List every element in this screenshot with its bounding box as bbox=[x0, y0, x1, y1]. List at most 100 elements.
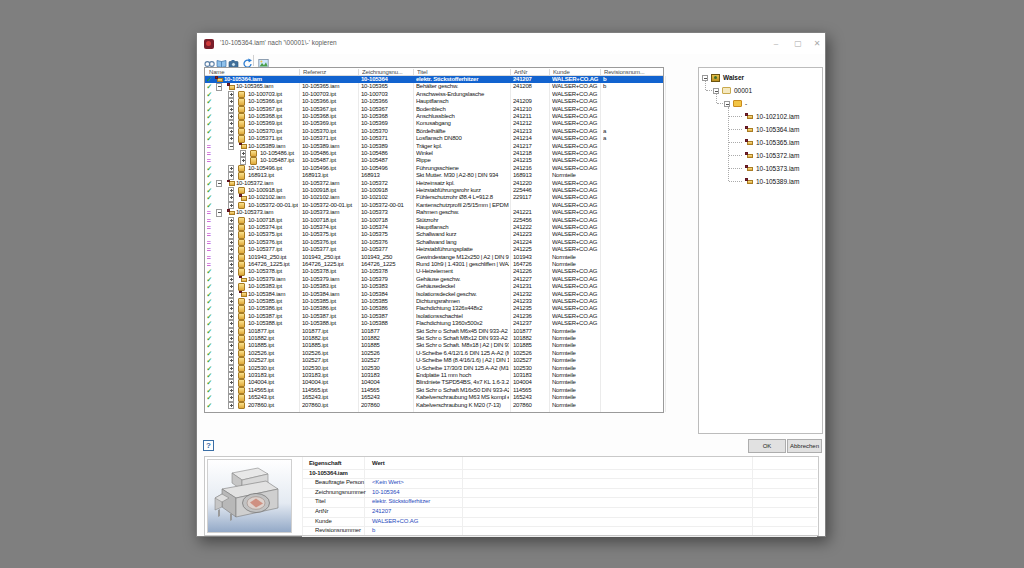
minimize-button[interactable]: – bbox=[769, 37, 783, 50]
expander-icon[interactable] bbox=[216, 83, 222, 90]
table-row[interactable]: ✓10-105388.ipt10-105388.ipt10-105388Flac… bbox=[205, 320, 663, 327]
link-icon[interactable] bbox=[204, 55, 215, 66]
expander-icon[interactable] bbox=[228, 113, 234, 120]
tree-node[interactable]: 10-105365.iam bbox=[699, 136, 822, 149]
expander-icon[interactable] bbox=[228, 298, 234, 305]
table-row[interactable]: =10-105375.ipt10-105375.ipt10-105375Scha… bbox=[205, 231, 663, 238]
expander-icon[interactable] bbox=[228, 387, 234, 394]
expander-icon[interactable] bbox=[228, 254, 234, 261]
column-separator[interactable] bbox=[413, 69, 414, 75]
expander-icon[interactable] bbox=[228, 372, 234, 379]
expander-icon[interactable] bbox=[228, 194, 234, 201]
column-separator[interactable] bbox=[299, 69, 300, 75]
expander-icon[interactable] bbox=[228, 106, 234, 113]
table-row[interactable]: ✓10-105368.ipt10-105368.ipt10-105368Ansc… bbox=[205, 113, 663, 120]
image-icon[interactable] bbox=[258, 55, 269, 66]
table-row[interactable]: ✓207860.ipt207860.ipt207860Kabelverschra… bbox=[205, 402, 663, 409]
column-separator[interactable] bbox=[358, 69, 359, 75]
expander-icon[interactable] bbox=[228, 120, 234, 127]
table-row[interactable]: =10-100718.ipt10-100718.ipt10-100718Stüt… bbox=[205, 217, 663, 224]
table-row[interactable]: ✓10-105385.ipt10-105385.ipt10-105385Dich… bbox=[205, 298, 663, 305]
table-row[interactable]: ✓114565.ipt114565.ipt114565Skt Schr o Sc… bbox=[205, 387, 663, 394]
expander-icon[interactable] bbox=[228, 283, 234, 290]
table-row[interactable]: ✓10-105496.ipt10-105496.ipt10-105496Führ… bbox=[205, 165, 663, 172]
expander-icon[interactable] bbox=[228, 342, 234, 349]
expander-icon[interactable] bbox=[228, 246, 234, 253]
column-separator[interactable] bbox=[549, 69, 550, 75]
table-row[interactable]: ✓102526.ipt102526.ipt102526U-Scheibe 6.4… bbox=[205, 350, 663, 357]
table-row[interactable]: ✓10-105372.iam10-105372.iam10-105372Heiz… bbox=[205, 180, 663, 187]
tree-node[interactable]: Walser bbox=[699, 71, 822, 84]
table-row[interactable]: ✓10-105364.iam10-105364elektr. Stickstof… bbox=[205, 76, 663, 83]
expander-icon[interactable] bbox=[228, 335, 234, 342]
column-header[interactable]: ArtNr bbox=[514, 68, 547, 76]
maximize-button[interactable]: ▢ bbox=[791, 37, 805, 50]
expander-icon[interactable] bbox=[228, 128, 234, 135]
table-row[interactable]: =10-105373.iam10-105373.iam10-105373Rahm… bbox=[205, 209, 663, 216]
expander-icon[interactable] bbox=[240, 150, 246, 157]
expander-icon[interactable] bbox=[724, 101, 730, 107]
expander-icon[interactable] bbox=[228, 305, 234, 312]
expander-icon[interactable] bbox=[228, 172, 234, 179]
expander-icon[interactable] bbox=[228, 365, 234, 372]
column-separator[interactable] bbox=[510, 69, 511, 75]
table-row[interactable]: ✓10-105372-00-01.ipt10-105372-00-01.ipt1… bbox=[205, 202, 663, 209]
help-icon[interactable]: ? bbox=[203, 440, 214, 451]
camera-icon[interactable] bbox=[228, 55, 239, 66]
table-row[interactable]: ✓165243.ipt165243.ipt165243Kabelverschra… bbox=[205, 394, 663, 401]
table-row[interactable]: ✓10-105370.ipt10-105370.ipt10-105370Börd… bbox=[205, 128, 663, 135]
table-row[interactable]: ✓10-105378.ipt10-105378.ipt10-105378U-He… bbox=[205, 268, 663, 275]
table-row[interactable]: =164726_1225.ipt164726_1225.ipt164726_12… bbox=[205, 261, 663, 268]
table-row[interactable]: =10-105486.ipt10-105486.ipt10-105486Wink… bbox=[205, 150, 663, 157]
book-icon[interactable] bbox=[216, 55, 227, 66]
ok-button[interactable]: OK bbox=[748, 439, 786, 453]
expander-icon[interactable] bbox=[240, 157, 246, 164]
column-separator[interactable] bbox=[600, 69, 601, 75]
expander-icon[interactable] bbox=[228, 350, 234, 357]
tree-node[interactable]: 10-105373.iam bbox=[699, 162, 822, 175]
table-row[interactable]: ✓103183.ipt103183.ipt103183Endplatte 11 … bbox=[205, 372, 663, 379]
table-row[interactable]: =10-105389.iam10-105389.iam10-105389Träg… bbox=[205, 143, 663, 150]
table-row[interactable]: ✓10-105365.iam10-105365.iam10-105365Behä… bbox=[205, 83, 663, 90]
expander-icon[interactable] bbox=[228, 261, 234, 268]
expander-icon[interactable] bbox=[228, 320, 234, 327]
table-row[interactable]: =10-105487.ipt10-105487.ipt10-105487Ripp… bbox=[205, 157, 663, 164]
expander-icon[interactable] bbox=[228, 379, 234, 386]
table-row[interactable]: ✓10-102102.iam10-102102.iam10-102102Fühl… bbox=[205, 194, 663, 201]
expander-icon[interactable] bbox=[228, 202, 234, 209]
table-row[interactable]: ✓10-105386.ipt10-105386.ipt10-105386Flac… bbox=[205, 305, 663, 312]
column-header[interactable]: Revisionsnum... bbox=[604, 68, 663, 76]
table-row[interactable]: =10-105377.ipt10-105377.ipt10-105377Heiz… bbox=[205, 246, 663, 253]
column-header[interactable]: Zeichnungsnu... bbox=[362, 68, 411, 76]
expander-icon[interactable] bbox=[228, 239, 234, 246]
table-row[interactable]: ✓101877.ipt101877.ipt101877Skt Schr o Sc… bbox=[205, 328, 663, 335]
expander-icon[interactable] bbox=[228, 328, 234, 335]
expander-icon[interactable] bbox=[228, 291, 234, 298]
table-row[interactable]: ✓10-105367.ipt10-105367.ipt10-105367Bode… bbox=[205, 106, 663, 113]
table-row[interactable]: =101943_250.ipt101943_250.ipt101943_250G… bbox=[205, 254, 663, 261]
expander-icon[interactable] bbox=[702, 75, 708, 81]
expander-icon[interactable] bbox=[228, 217, 234, 224]
table-row[interactable]: ✓10-100703.ipt10-100703.ipt10-100703Ansc… bbox=[205, 91, 663, 98]
table-row[interactable]: ✓168913.ipt168913.ipt168913Skt Mutter. M… bbox=[205, 172, 663, 179]
expander-icon[interactable] bbox=[228, 231, 234, 238]
expander-icon[interactable] bbox=[216, 180, 222, 187]
close-button[interactable]: ✕ bbox=[810, 37, 824, 50]
expander-icon[interactable] bbox=[228, 91, 234, 98]
column-header[interactable]: Titel bbox=[417, 68, 508, 76]
table-row[interactable]: ✓10-105384.iam10-105384.iam10-105384Isol… bbox=[205, 291, 663, 298]
column-header[interactable]: Referenz bbox=[303, 68, 356, 76]
expander-icon[interactable] bbox=[228, 276, 234, 283]
table-row[interactable]: ✓10-105387.ipt10-105387.ipt10-105387Isol… bbox=[205, 313, 663, 320]
expander-icon[interactable] bbox=[228, 394, 234, 401]
tree-node[interactable]: - bbox=[699, 97, 822, 110]
table-row[interactable]: ✓10-105379.iam10-105379.iam10-105379Gehä… bbox=[205, 276, 663, 283]
expander-icon[interactable] bbox=[228, 224, 234, 231]
tree-node[interactable]: 10-105364.iam bbox=[699, 123, 822, 136]
column-header[interactable]: Kunde bbox=[553, 68, 598, 76]
table-row[interactable]: ✓10-105383.ipt10-105383.ipt10-105383Gehä… bbox=[205, 283, 663, 290]
table-row[interactable]: ✓10-105369.ipt10-105369.ipt10-105369Konu… bbox=[205, 120, 663, 127]
column-header[interactable]: Name bbox=[209, 68, 297, 76]
expander-icon[interactable] bbox=[228, 143, 234, 150]
expander-icon[interactable] bbox=[713, 88, 719, 94]
